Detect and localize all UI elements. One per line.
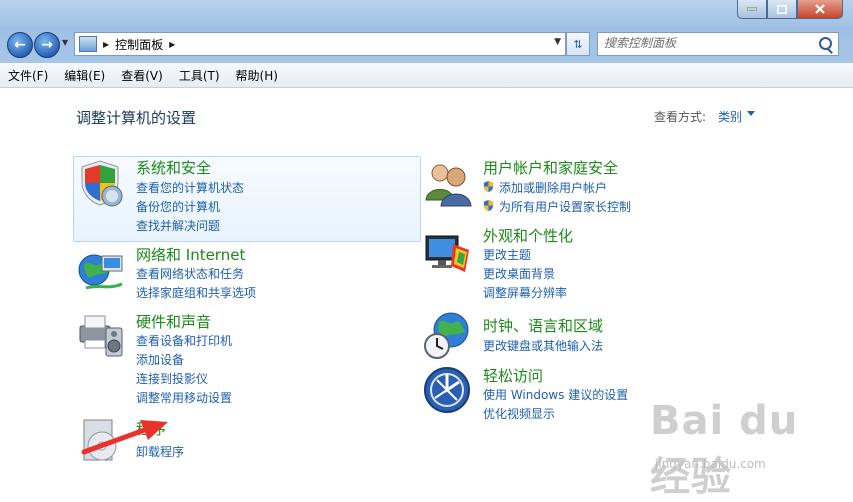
link-add-remove-user[interactable]: 添加或删除用户帐户 <box>499 179 607 196</box>
appearance-monitor-icon[interactable] <box>423 228 473 278</box>
menu-view[interactable]: 查看(V) <box>113 67 171 84</box>
breadcrumb-chevron-icon[interactable]: ▶ <box>169 40 175 49</box>
link-view-computer-status[interactable]: 查看您的计算机状态 <box>136 179 244 196</box>
view-by-dropdown[interactable]: 类别 <box>718 108 742 125</box>
category-title-system-security[interactable]: 系统和安全 <box>136 157 211 178</box>
link-change-input-method[interactable]: 更改键盘或其他输入法 <box>483 337 603 354</box>
breadcrumb-chevron-icon[interactable]: ▶ <box>103 40 109 49</box>
forward-arrow-icon: → <box>41 37 53 53</box>
link-backup-computer[interactable]: 备份您的计算机 <box>136 198 220 215</box>
window-title-bar: ← → ▼ ▶ 控制面板 ▶ ▼ ⇅ <box>0 0 853 63</box>
maximize-button[interactable] <box>767 0 797 19</box>
link-homegroup-sharing[interactable]: 选择家庭组和共享选项 <box>136 284 256 301</box>
search-box[interactable] <box>597 32 839 56</box>
menu-bar: 文件(F) 编辑(E) 查看(V) 工具(T) 帮助(H) <box>0 63 853 88</box>
watermark-url: jingyan.baidu.com <box>655 457 766 471</box>
menu-help[interactable]: 帮助(H) <box>228 67 286 84</box>
view-by-label: 查看方式: <box>654 110 707 124</box>
control-panel-icon <box>79 36 97 52</box>
menu-tools[interactable]: 工具(T) <box>171 67 228 84</box>
back-button[interactable]: ← <box>7 32 33 58</box>
breadcrumb-control-panel[interactable]: 控制面板 <box>115 36 163 53</box>
link-recommended-settings[interactable]: 使用 Windows 建议的设置 <box>483 386 628 403</box>
menu-edit[interactable]: 编辑(E) <box>56 67 113 84</box>
link-optimize-display[interactable]: 优化视频显示 <box>483 405 555 422</box>
user-accounts-icon[interactable] <box>423 158 473 208</box>
network-globe-icon[interactable] <box>76 246 126 296</box>
printer-speaker-icon[interactable] <box>76 310 126 360</box>
link-change-theme[interactable]: 更改主题 <box>483 246 531 263</box>
category-title-clock-language-region[interactable]: 时钟、语言和区域 <box>483 315 603 336</box>
maximize-icon <box>777 4 787 14</box>
ease-of-access-icon[interactable] <box>423 366 473 416</box>
link-devices-printers[interactable]: 查看设备和打印机 <box>136 332 232 349</box>
address-dropdown-icon[interactable]: ▼ <box>554 37 561 47</box>
link-troubleshoot[interactable]: 查找并解决问题 <box>136 217 220 234</box>
search-icon[interactable] <box>819 37 832 50</box>
link-screen-resolution[interactable]: 调整屏幕分辨率 <box>483 284 567 301</box>
uac-shield-icon <box>483 199 494 212</box>
category-title-network-internet[interactable]: 网络和 Internet <box>136 244 245 265</box>
window-controls <box>737 0 843 19</box>
address-bar[interactable]: ▶ 控制面板 ▶ ▼ <box>74 32 566 56</box>
page-title: 调整计算机的设置 <box>76 109 197 127</box>
link-connect-projector[interactable]: 连接到投影仪 <box>136 370 208 387</box>
clock-globe-icon[interactable] <box>423 310 473 360</box>
search-input[interactable] <box>598 33 815 53</box>
refresh-button[interactable]: ⇅ <box>566 32 590 56</box>
uac-shield-icon <box>483 180 494 193</box>
category-title-user-accounts[interactable]: 用户帐户和家庭安全 <box>483 157 618 178</box>
link-add-device[interactable]: 添加设备 <box>136 351 184 368</box>
annotation-arrow-icon <box>81 420 168 455</box>
forward-button[interactable]: → <box>34 32 60 58</box>
link-desktop-background[interactable]: 更改桌面背景 <box>483 265 555 282</box>
refresh-icon: ⇅ <box>573 37 583 51</box>
minimize-icon <box>747 7 757 11</box>
category-title-hardware-sound[interactable]: 硬件和声音 <box>136 311 211 332</box>
back-arrow-icon: ← <box>14 37 26 53</box>
close-icon <box>815 4 825 14</box>
minimize-button[interactable] <box>737 0 767 19</box>
watermark-main-text: Bai du 经验 <box>650 398 799 500</box>
control-panel-content: 调整计算机的设置 查看方式: 类别 系统和安全 查看您的计算机状态 备份您的计算… <box>0 88 853 500</box>
link-parental-controls[interactable]: 为所有用户设置家长控制 <box>499 198 631 215</box>
link-mobility-settings[interactable]: 调整常用移动设置 <box>136 389 232 406</box>
security-shield-icon[interactable] <box>76 158 126 208</box>
baidu-watermark: Bai du 经验 jingyan.baidu.com <box>650 388 850 500</box>
close-button[interactable] <box>797 0 843 19</box>
category-title-appearance[interactable]: 外观和个性化 <box>483 225 573 246</box>
category-title-ease-of-access[interactable]: 轻松访问 <box>483 365 543 386</box>
menu-file[interactable]: 文件(F) <box>0 67 56 84</box>
recent-pages-dropdown-icon[interactable]: ▼ <box>62 38 68 47</box>
view-by-dropdown-icon[interactable] <box>747 111 755 116</box>
link-network-status[interactable]: 查看网络状态和任务 <box>136 265 244 282</box>
